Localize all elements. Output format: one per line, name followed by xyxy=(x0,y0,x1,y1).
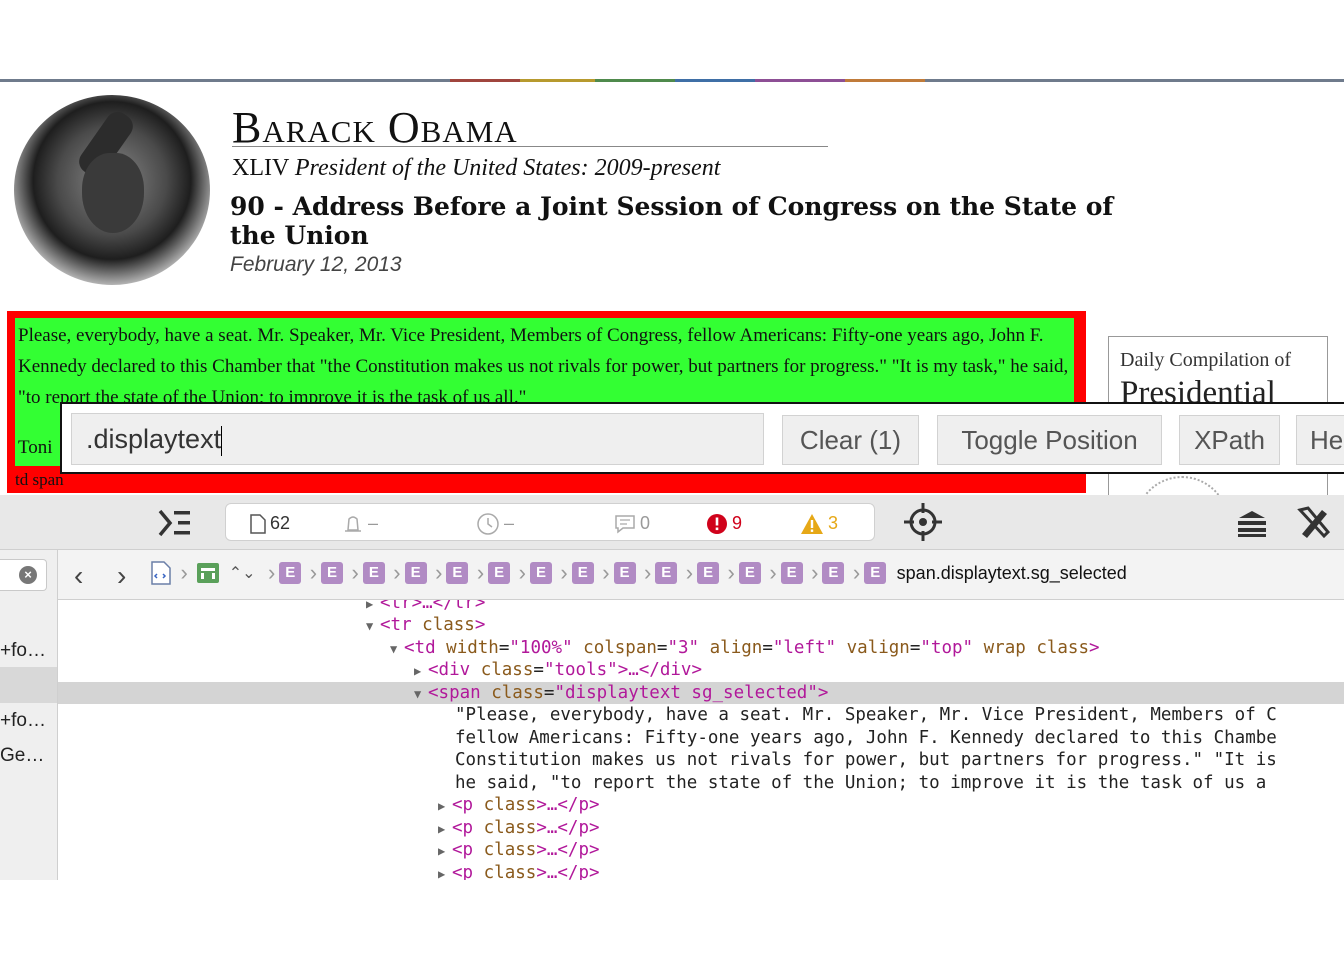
left-sidebar-panel: × +fo… +fo… Ge… xyxy=(0,550,58,880)
webpage-viewport: Barack Obama XLIV President of the Unite… xyxy=(0,0,1344,495)
dom-node-p[interactable]: ▶ <p class>…</p> xyxy=(438,862,1344,880)
resources-stat[interactable]: 62 xyxy=(250,504,290,542)
dom-node-span-selected[interactable]: ▼ <span class="displaytext sg_selected"> xyxy=(58,682,1344,704)
speech-continuation: Toni xyxy=(18,437,53,458)
back-arrow-icon[interactable]: ‹ xyxy=(74,562,83,590)
requests-stat[interactable]: – xyxy=(342,504,378,542)
errors-stat[interactable]: 9 xyxy=(706,504,742,542)
dom-node-p[interactable]: ▶ <p class>…</p> xyxy=(438,817,1344,839)
left-panel-item[interactable]: +fo… xyxy=(0,710,46,732)
breadcrumb-element-icon[interactable]: E xyxy=(613,562,636,584)
name-underline xyxy=(232,146,828,147)
selector-input[interactable]: .displaytext xyxy=(71,413,764,465)
breadcrumb-element-icon[interactable]: E xyxy=(488,562,511,584)
help-button[interactable]: He xyxy=(1296,415,1344,465)
dom-node-p[interactable]: ▶ <p class>…</p> xyxy=(438,839,1344,861)
clock-icon xyxy=(477,513,499,535)
forward-arrow-icon[interactable]: › xyxy=(117,562,126,590)
breadcrumb-element-icon[interactable]: E xyxy=(780,562,803,584)
table-icon[interactable] xyxy=(196,562,220,584)
speech-text: Please, everybody, have a seat. Mr. Spea… xyxy=(18,325,1069,408)
breadcrumb-element-icon[interactable]: E xyxy=(362,562,385,584)
dom-node-div-tools[interactable]: ▶ <div class="tools">…</div> xyxy=(414,659,1344,681)
dom-node-tr-collapsed[interactable]: ▶ <tr>…</tr> xyxy=(366,600,1344,614)
dom-text-line[interactable]: "Please, everybody, have a seat. Mr. Spe… xyxy=(455,704,1344,726)
clear-button[interactable]: Clear (1) xyxy=(782,415,919,465)
breadcrumb-current-label[interactable]: span.displaytext.sg_selected xyxy=(897,563,1127,584)
president-number: XLIV xyxy=(232,155,289,181)
dom-node-p[interactable]: ▶ <p class>…</p> xyxy=(438,794,1344,816)
left-panel-selected-row[interactable] xyxy=(0,667,57,703)
message-icon xyxy=(615,515,635,534)
breadcrumb-current-element-icon[interactable]: E xyxy=(864,562,887,584)
breadcrumb-element-icon[interactable]: E xyxy=(529,562,552,584)
breadcrumb-element-icon[interactable]: E xyxy=(697,562,720,584)
dom-node-td[interactable]: ▼ <td width="100%" colspan="3" align="lef… xyxy=(390,637,1344,659)
breadcrumb-element-icon[interactable]: E xyxy=(738,562,761,584)
warnings-stat[interactable]: 3 xyxy=(800,504,838,542)
resources-count: 62 xyxy=(270,513,291,533)
errors-count: 9 xyxy=(732,513,743,533)
bell-icon xyxy=(345,516,361,532)
breadcrumb-element-icon[interactable]: E xyxy=(655,562,678,584)
document-title: 90 - Address Before a Joint Session of C… xyxy=(230,192,1114,250)
breadcrumb-element-icon[interactable]: E xyxy=(279,562,302,584)
dom-text-line[interactable]: he said, "to report the state of the Uni… xyxy=(455,772,1344,794)
dom-text-line[interactable]: Constitution makes us not rivals for pow… xyxy=(455,749,1344,771)
time-stat[interactable]: – xyxy=(476,504,514,542)
dom-text-line[interactable]: fellow Americans: Fifty-one years ago, J… xyxy=(455,727,1344,749)
messages-stat[interactable]: 0 xyxy=(614,504,650,542)
dom-tree-panel: ▶ <tr>…</tr> ▼ <tr class> ▼ <td width="100%… xyxy=(58,600,1344,880)
president-subtitle: XLIV President of the United States: 200… xyxy=(232,155,720,182)
html-document-icon[interactable] xyxy=(150,561,172,585)
activity-stats-pill: 62 – – 0 9 3 xyxy=(225,503,875,541)
sidebar-box-line1: Daily Compilation of xyxy=(1120,349,1292,371)
element-picker-crosshair-icon[interactable] xyxy=(903,502,943,542)
tools-icon[interactable] xyxy=(1296,504,1332,540)
selector-input-value: .displaytext xyxy=(86,424,222,454)
breadcrumb-element-icon[interactable]: E xyxy=(321,562,344,584)
dom-node-tr[interactable]: ▼ <tr class> xyxy=(366,614,1344,636)
left-panel-item[interactable]: Ge… xyxy=(0,745,44,767)
breadcrumb-element-icon[interactable]: E xyxy=(571,562,594,584)
document-date: February 12, 2013 xyxy=(230,253,402,276)
text-caret xyxy=(221,425,223,456)
left-filter-field[interactable]: × xyxy=(0,559,47,591)
sidebar-toggle-icon[interactable] xyxy=(158,508,192,538)
toggle-position-button[interactable]: Toggle Position xyxy=(937,415,1162,465)
left-panel-item[interactable]: +fo… xyxy=(0,640,46,662)
xpath-button[interactable]: XPath xyxy=(1179,415,1280,465)
warnings-count: 3 xyxy=(828,513,839,533)
breadcrumb-element-icon[interactable]: E xyxy=(446,562,469,584)
time-value: – xyxy=(504,513,515,533)
selector-gadget-bar: .displaytext Clear (1) Toggle Position X… xyxy=(60,402,1344,474)
layers-icon[interactable] xyxy=(1236,509,1268,537)
president-portrait xyxy=(14,95,210,285)
president-term: President of the United States: 2009-pre… xyxy=(294,155,721,181)
breadcrumb: › ⌃⌄ › E › E › E › E › E › E › E › E › E › E › E › E… xyxy=(150,560,1344,590)
requests-count: – xyxy=(368,513,379,533)
document-icon xyxy=(250,514,266,534)
error-icon xyxy=(707,514,727,535)
warning-icon xyxy=(801,514,823,535)
breadcrumb-element-icon[interactable]: E xyxy=(404,562,427,584)
clear-filter-icon[interactable]: × xyxy=(19,566,37,584)
selection-path-label: td span xyxy=(15,470,64,489)
messages-count: 0 xyxy=(640,513,651,533)
breadcrumb-element-icon[interactable]: E xyxy=(822,562,845,584)
bottom-margin xyxy=(0,880,1344,960)
site-header-rule xyxy=(0,79,1344,82)
